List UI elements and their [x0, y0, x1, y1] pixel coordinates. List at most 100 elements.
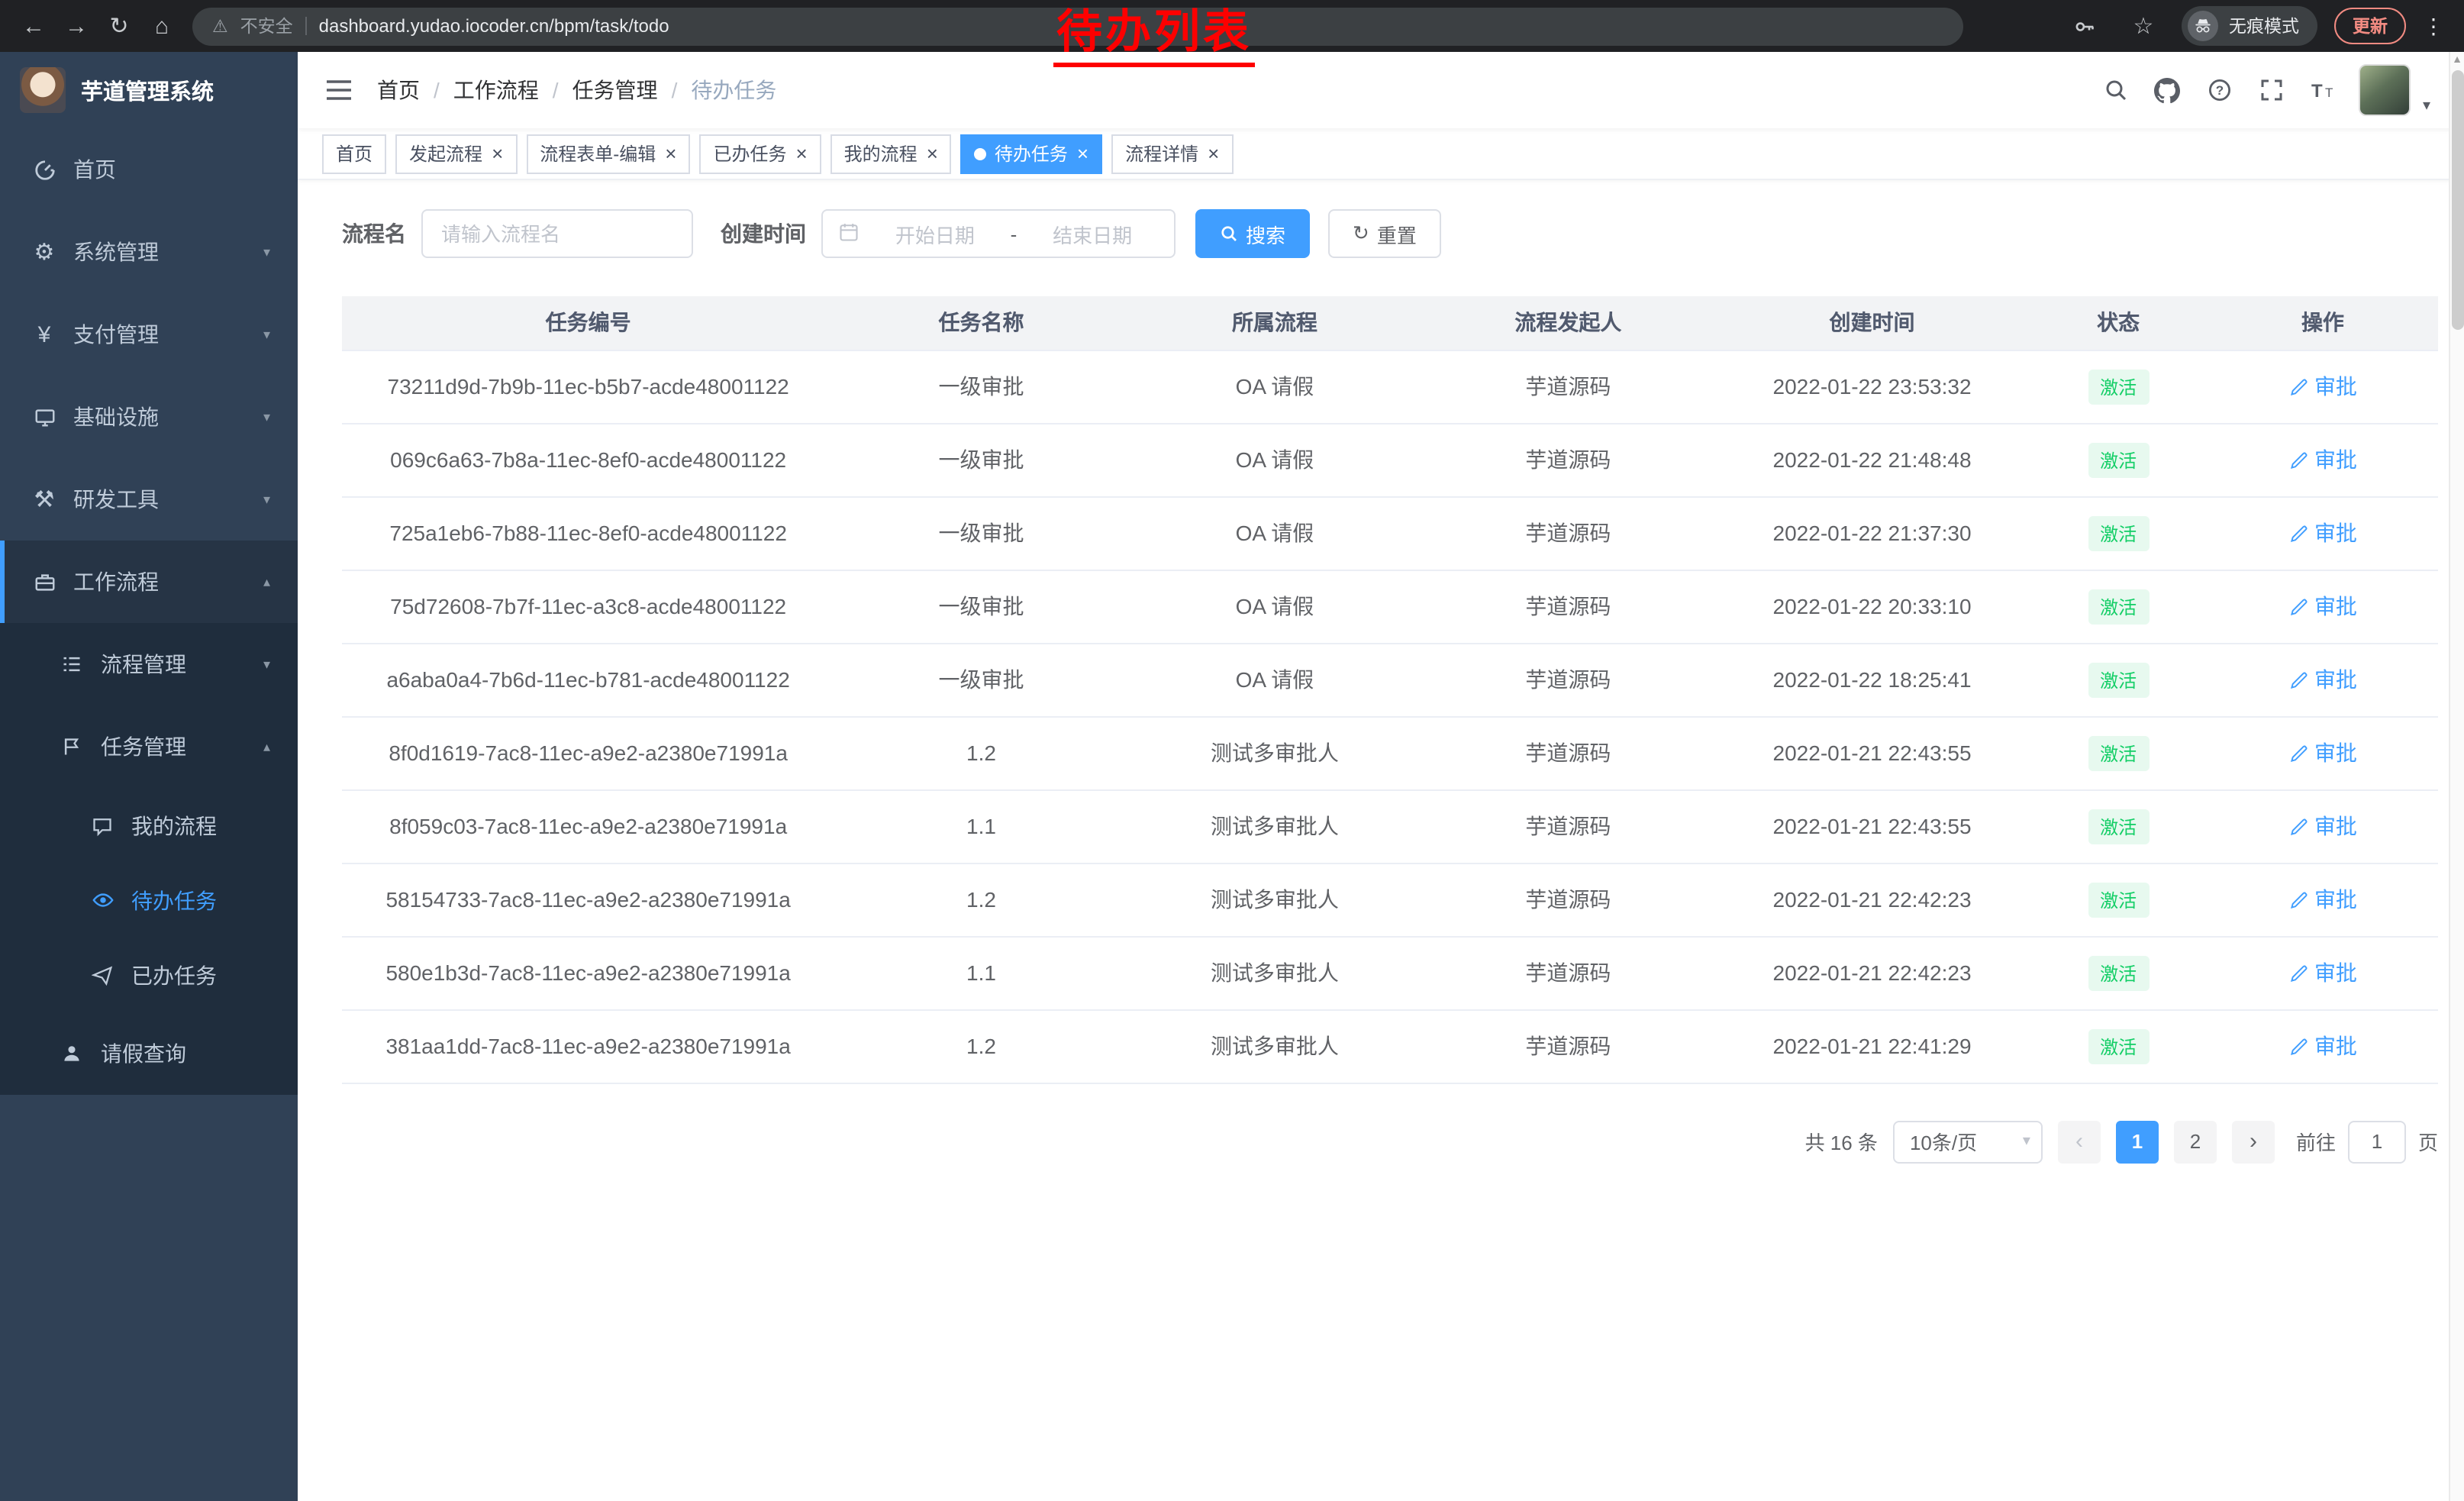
tab-close-icon[interactable]: × [1208, 144, 1219, 163]
forward-icon[interactable]: → [55, 5, 98, 47]
logo-row[interactable]: 芋道管理系统 [0, 52, 298, 128]
font-size-icon[interactable]: TT [2307, 73, 2340, 107]
tab-close-icon[interactable]: × [492, 144, 503, 163]
eye-icon [89, 889, 116, 912]
column-header: 状态 [2029, 296, 2207, 350]
search-button[interactable]: 搜索 [1195, 209, 1310, 258]
sidebar-item-done-tasks[interactable]: 已办任务 [0, 938, 298, 1012]
incognito-badge: 无痕模式 [2182, 6, 2317, 46]
approve-link[interactable]: 审批 [2288, 884, 2357, 915]
home-icon[interactable]: ⌂ [140, 5, 183, 47]
approve-link[interactable]: 审批 [2288, 444, 2357, 475]
approve-link[interactable]: 审批 [2288, 664, 2357, 695]
tab-流程详情[interactable]: 流程详情× [1111, 134, 1233, 173]
tab-close-icon[interactable]: × [795, 144, 807, 163]
prev-page-button[interactable]: ‹ [2058, 1120, 2101, 1163]
sidebar-item-devtools[interactable]: ⚒ 研发工具 ▾ [0, 458, 298, 541]
cell-initiator: 芋道源码 [1421, 570, 1714, 643]
reset-button[interactable]: ↻ 重置 [1328, 209, 1441, 258]
cell-task-name: 1.1 [834, 936, 1127, 1009]
tab-发起流程[interactable]: 发起流程× [395, 134, 517, 173]
approve-link-label: 审批 [2314, 811, 2357, 841]
sidebar-item-leave-query[interactable]: 请假查询 [0, 1012, 298, 1095]
date-range-picker[interactable]: 开始日期 - 结束日期 [821, 209, 1176, 258]
sidebar-item-label: 系统管理 [73, 237, 254, 267]
tab-label: 我的流程 [844, 140, 918, 166]
dashboard-icon [31, 158, 58, 181]
cell-task-id: a6aba0a4-7b6d-11ec-b781-acde48001122 [342, 643, 834, 716]
back-icon[interactable]: ← [12, 5, 55, 47]
sidebar-item-home[interactable]: 首页 [0, 128, 298, 211]
cell-process: 测试多审批人 [1128, 1009, 1421, 1083]
cell-task-id: 8f059c03-7ac8-11ec-a9e2-a2380e71991a [342, 789, 834, 863]
bookmark-star-icon[interactable]: ☆ [2122, 5, 2165, 47]
scrollbar-up-icon[interactable]: ▲ [2452, 55, 2462, 66]
tab-close-icon[interactable]: × [665, 144, 676, 163]
cell-initiator: 芋道源码 [1421, 716, 1714, 789]
fullscreen-icon[interactable] [2255, 73, 2288, 107]
tab-close-icon[interactable]: × [927, 144, 938, 163]
cell-created-time: 2022-01-22 23:53:32 [1715, 350, 2030, 423]
breadcrumb-item-current: 待办任务 [691, 75, 776, 105]
breadcrumb-item[interactable]: 任务管理 [572, 75, 658, 105]
next-page-button[interactable]: › [2232, 1120, 2275, 1163]
approve-link[interactable]: 审批 [2288, 957, 2357, 988]
approve-link-label: 审批 [2314, 738, 2357, 768]
sidebar-item-infrastructure[interactable]: 基础设施 ▾ [0, 376, 298, 458]
status-badge: 激活 [2088, 662, 2149, 697]
collapse-sidebar-icon[interactable] [325, 78, 353, 102]
sidebar-item-label: 请假查询 [101, 1038, 270, 1069]
approve-link[interactable]: 审批 [2288, 811, 2357, 841]
pencil-icon [2288, 670, 2308, 689]
help-icon[interactable]: ? [2203, 73, 2237, 107]
key-icon[interactable] [2062, 5, 2105, 47]
approve-link[interactable]: 审批 [2288, 591, 2357, 621]
tab-我的流程[interactable]: 我的流程 × [830, 134, 952, 173]
cell-process: OA 请假 [1128, 423, 1421, 496]
breadcrumb-item[interactable]: 首页 [377, 75, 420, 105]
flag-icon [58, 736, 85, 757]
approve-link[interactable]: 审批 [2288, 518, 2357, 548]
sidebar-item-system[interactable]: ⚙ 系统管理 ▾ [0, 211, 298, 293]
scrollbar-thumb[interactable] [2451, 70, 2463, 330]
chevron-down-icon: ▾ [263, 408, 270, 425]
page-1-button[interactable]: 1 [2116, 1120, 2159, 1163]
cell-task-name: 一级审批 [834, 570, 1127, 643]
sidebar-item-todo-tasks[interactable]: 待办任务 [0, 863, 298, 938]
page-scrollbar[interactable]: ▲ [2449, 52, 2464, 1501]
sidebar-item-task-management[interactable]: 任务管理 ▴ [0, 705, 298, 788]
approve-link[interactable]: 审批 [2288, 1031, 2357, 1061]
process-name-input[interactable] [421, 209, 693, 258]
avatar-caret-icon[interactable]: ▾ [2423, 98, 2430, 115]
sidebar-item-process-management[interactable]: 流程管理 ▾ [0, 623, 298, 705]
update-button[interactable]: 更新 [2334, 8, 2406, 44]
table-row: 381aa1dd-7ac8-11ec-a9e2-a2380e71991a1.2测… [342, 1009, 2438, 1083]
browser-menu-icon[interactable]: ⋮ [2423, 13, 2444, 39]
approve-link[interactable]: 审批 [2288, 371, 2357, 402]
column-header: 流程发起人 [1421, 296, 1714, 350]
reload-icon[interactable]: ↻ [98, 5, 140, 47]
security-label: 不安全 [240, 14, 293, 38]
breadcrumb-separator: / [553, 78, 559, 102]
tab-首页[interactable]: 首页 [322, 134, 386, 173]
tab-close-icon[interactable]: × [1077, 144, 1088, 163]
gear-icon: ⚙ [31, 238, 58, 266]
page-2-button[interactable]: 2 [2174, 1120, 2217, 1163]
sidebar-item-workflow[interactable]: 工作流程 ▴ [0, 541, 298, 623]
github-icon[interactable] [2151, 73, 2185, 107]
sidebar-item-my-processes[interactable]: 我的流程 [0, 788, 298, 863]
search-icon[interactable] [2099, 73, 2133, 107]
user-avatar[interactable] [2359, 64, 2411, 116]
pencil-icon [2288, 450, 2308, 470]
tab-流程表单-编辑[interactable]: 流程表单-编辑× [526, 134, 690, 173]
end-date-placeholder: 结束日期 [1026, 219, 1159, 248]
approve-link[interactable]: 审批 [2288, 738, 2357, 768]
tab-待办任务[interactable]: 待办任务× [961, 134, 1102, 173]
create-time-label: 创建时间 [721, 218, 806, 249]
tab-已办任务[interactable]: 已办任务× [699, 134, 821, 173]
breadcrumb-item[interactable]: 工作流程 [453, 75, 539, 105]
sidebar-item-payment[interactable]: ¥ 支付管理 ▾ [0, 293, 298, 376]
goto-page-input[interactable] [2348, 1120, 2406, 1163]
page-size-select[interactable]: 10条/页 ▾ [1893, 1120, 2043, 1163]
approve-link-label: 审批 [2314, 1031, 2357, 1061]
